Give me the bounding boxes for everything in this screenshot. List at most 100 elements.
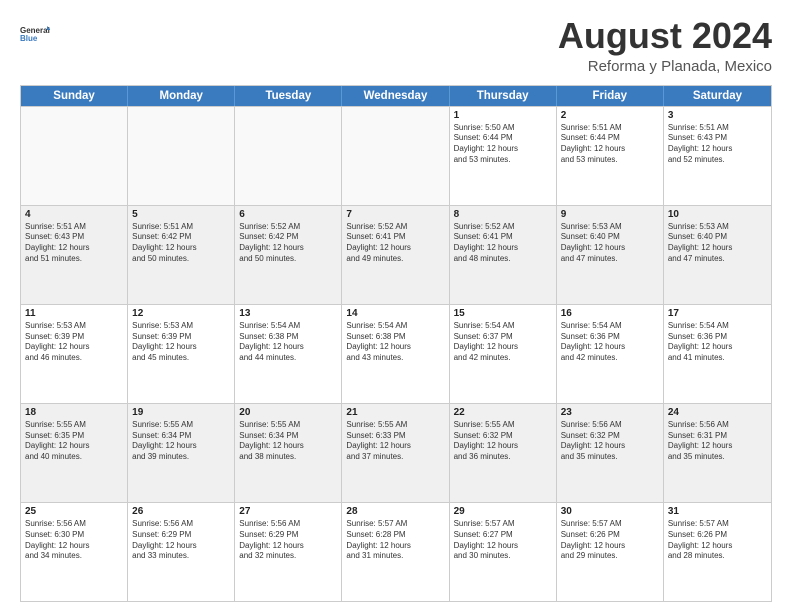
- day-info: Sunrise: 5:55 AM Sunset: 6:35 PM Dayligh…: [25, 420, 123, 463]
- day-number: 8: [454, 209, 552, 220]
- day-number: 30: [561, 506, 659, 517]
- day-number: 5: [132, 209, 230, 220]
- day-number: 3: [668, 110, 767, 121]
- day-info: Sunrise: 5:56 AM Sunset: 6:32 PM Dayligh…: [561, 420, 659, 463]
- day-number: 15: [454, 308, 552, 319]
- week-row-2: 4 Sunrise: 5:51 AM Sunset: 6:43 PM Daylig…: [21, 205, 771, 304]
- day-info: Sunrise: 5:51 AM Sunset: 6:44 PM Dayligh…: [561, 123, 659, 166]
- day-cell-26: 26 Sunrise: 5:56 AM Sunset: 6:29 PM Dayli…: [128, 503, 235, 601]
- day-cell-6: 6Sunrise: 5:52 AM Sunset: 6:42 PM Daylig…: [235, 206, 342, 304]
- day-cell-30: 30 Sunrise: 5:57 AM Sunset: 6:26 PM Dayli…: [557, 503, 664, 601]
- header-day-sunday: Sunday: [21, 86, 128, 106]
- empty-cell: [128, 107, 235, 205]
- header-day-friday: Friday: [557, 86, 664, 106]
- day-cell-18: 18 Sunrise: 5:55 AM Sunset: 6:35 PM Dayli…: [21, 404, 128, 502]
- day-number: 22: [454, 407, 552, 418]
- day-cell-14: 14 Sunrise: 5:54 AM Sunset: 6:38 PM Dayli…: [342, 305, 449, 403]
- day-info: Sunrise: 5:54 AM Sunset: 6:36 PM Dayligh…: [668, 321, 767, 364]
- day-info: Sunrise: 5:56 AM Sunset: 6:29 PM Dayligh…: [132, 519, 230, 562]
- day-info: Sunrise: 5:56 AM Sunset: 6:29 PM Dayligh…: [239, 519, 337, 562]
- day-number: 10: [668, 209, 767, 220]
- day-cell-21: 21 Sunrise: 5:55 AM Sunset: 6:33 PM Dayli…: [342, 404, 449, 502]
- calendar: SundayMondayTuesdayWednesdayThursdayFrid…: [20, 85, 772, 602]
- day-number: 11: [25, 308, 123, 319]
- day-cell-4: 4 Sunrise: 5:51 AM Sunset: 6:43 PM Daylig…: [21, 206, 128, 304]
- week-row-4: 18 Sunrise: 5:55 AM Sunset: 6:35 PM Dayli…: [21, 403, 771, 502]
- header-day-tuesday: Tuesday: [235, 86, 342, 106]
- day-info: Sunrise: 5:55 AM Sunset: 6:32 PM Dayligh…: [454, 420, 552, 463]
- day-cell-31: 31 Sunrise: 5:57 AM Sunset: 6:26 PM Dayli…: [664, 503, 771, 601]
- day-cell-16: 16Sunrise: 5:54 AM Sunset: 6:36 PM Dayli…: [557, 305, 664, 403]
- day-number: 7: [346, 209, 444, 220]
- header: General Blue August 2024 Reforma y Plana…: [20, 16, 772, 75]
- day-number: 20: [239, 407, 337, 418]
- day-number: 27: [239, 506, 337, 517]
- day-cell-22: 22 Sunrise: 5:55 AM Sunset: 6:32 PM Dayli…: [450, 404, 557, 502]
- day-cell-7: 7Sunrise: 5:52 AM Sunset: 6:41 PM Daylig…: [342, 206, 449, 304]
- day-cell-12: 12Sunrise: 5:53 AM Sunset: 6:39 PM Dayli…: [128, 305, 235, 403]
- empty-cell: [21, 107, 128, 205]
- page: General Blue August 2024 Reforma y Plana…: [0, 0, 792, 612]
- day-number: 21: [346, 407, 444, 418]
- day-cell-15: 15 Sunrise: 5:54 AM Sunset: 6:37 PM Dayli…: [450, 305, 557, 403]
- header-day-thursday: Thursday: [450, 86, 557, 106]
- day-number: 1: [454, 110, 552, 121]
- day-info: Sunrise: 5:57 AM Sunset: 6:26 PM Dayligh…: [561, 519, 659, 562]
- day-info: Sunrise: 5:54 AM Sunset: 6:36 PM Dayligh…: [561, 321, 659, 364]
- day-info: Sunrise: 5:55 AM Sunset: 6:34 PM Dayligh…: [132, 420, 230, 463]
- day-info: Sunrise: 5:55 AM Sunset: 6:34 PM Dayligh…: [239, 420, 337, 463]
- day-number: 2: [561, 110, 659, 121]
- day-number: 28: [346, 506, 444, 517]
- calendar-header: SundayMondayTuesdayWednesdayThursdayFrid…: [21, 86, 771, 106]
- day-number: 12: [132, 308, 230, 319]
- day-info: Sunrise: 5:54 AM Sunset: 6:37 PM Dayligh…: [454, 321, 552, 364]
- subtitle: Reforma y Planada, Mexico: [558, 58, 772, 75]
- day-number: 18: [25, 407, 123, 418]
- header-day-saturday: Saturday: [664, 86, 771, 106]
- day-cell-1: 1 Sunrise: 5:50 AM Sunset: 6:44 PM Daylig…: [450, 107, 557, 205]
- day-cell-2: 2 Sunrise: 5:51 AM Sunset: 6:44 PM Daylig…: [557, 107, 664, 205]
- day-number: 19: [132, 407, 230, 418]
- day-cell-17: 17Sunrise: 5:54 AM Sunset: 6:36 PM Dayli…: [664, 305, 771, 403]
- title-block: August 2024 Reforma y Planada, Mexico: [558, 16, 772, 75]
- day-number: 4: [25, 209, 123, 220]
- day-info: Sunrise: 5:55 AM Sunset: 6:33 PM Dayligh…: [346, 420, 444, 463]
- calendar-body: 1 Sunrise: 5:50 AM Sunset: 6:44 PM Daylig…: [21, 106, 771, 601]
- logo: General Blue: [20, 20, 50, 50]
- day-info: Sunrise: 5:57 AM Sunset: 6:26 PM Dayligh…: [668, 519, 767, 562]
- day-info: Sunrise: 5:50 AM Sunset: 6:44 PM Dayligh…: [454, 123, 552, 166]
- day-number: 14: [346, 308, 444, 319]
- day-info: Sunrise: 5:51 AM Sunset: 6:42 PM Dayligh…: [132, 222, 230, 265]
- day-cell-9: 9Sunrise: 5:53 AM Sunset: 6:40 PM Daylig…: [557, 206, 664, 304]
- day-info: Sunrise: 5:54 AM Sunset: 6:38 PM Dayligh…: [239, 321, 337, 364]
- day-cell-23: 23 Sunrise: 5:56 AM Sunset: 6:32 PM Dayli…: [557, 404, 664, 502]
- day-cell-19: 19 Sunrise: 5:55 AM Sunset: 6:34 PM Dayli…: [128, 404, 235, 502]
- week-row-5: 25Sunrise: 5:56 AM Sunset: 6:30 PM Dayli…: [21, 502, 771, 601]
- day-number: 23: [561, 407, 659, 418]
- header-day-wednesday: Wednesday: [342, 86, 449, 106]
- day-info: Sunrise: 5:52 AM Sunset: 6:42 PM Dayligh…: [239, 222, 337, 265]
- day-cell-13: 13Sunrise: 5:54 AM Sunset: 6:38 PM Dayli…: [235, 305, 342, 403]
- day-info: Sunrise: 5:56 AM Sunset: 6:30 PM Dayligh…: [25, 519, 123, 562]
- day-number: 26: [132, 506, 230, 517]
- day-cell-25: 25Sunrise: 5:56 AM Sunset: 6:30 PM Dayli…: [21, 503, 128, 601]
- day-info: Sunrise: 5:54 AM Sunset: 6:38 PM Dayligh…: [346, 321, 444, 364]
- svg-text:Blue: Blue: [20, 34, 38, 43]
- day-cell-20: 20 Sunrise: 5:55 AM Sunset: 6:34 PM Dayli…: [235, 404, 342, 502]
- day-number: 9: [561, 209, 659, 220]
- day-info: Sunrise: 5:57 AM Sunset: 6:27 PM Dayligh…: [454, 519, 552, 562]
- day-cell-5: 5 Sunrise: 5:51 AM Sunset: 6:42 PM Daylig…: [128, 206, 235, 304]
- day-info: Sunrise: 5:51 AM Sunset: 6:43 PM Dayligh…: [25, 222, 123, 265]
- day-cell-28: 28Sunrise: 5:57 AM Sunset: 6:28 PM Dayli…: [342, 503, 449, 601]
- day-cell-27: 27 Sunrise: 5:56 AM Sunset: 6:29 PM Dayli…: [235, 503, 342, 601]
- day-info: Sunrise: 5:53 AM Sunset: 6:40 PM Dayligh…: [668, 222, 767, 265]
- day-info: Sunrise: 5:56 AM Sunset: 6:31 PM Dayligh…: [668, 420, 767, 463]
- week-row-3: 11 Sunrise: 5:53 AM Sunset: 6:39 PM Dayli…: [21, 304, 771, 403]
- day-info: Sunrise: 5:53 AM Sunset: 6:39 PM Dayligh…: [25, 321, 123, 364]
- week-row-1: 1 Sunrise: 5:50 AM Sunset: 6:44 PM Daylig…: [21, 106, 771, 205]
- day-info: Sunrise: 5:52 AM Sunset: 6:41 PM Dayligh…: [454, 222, 552, 265]
- day-number: 29: [454, 506, 552, 517]
- day-info: Sunrise: 5:51 AM Sunset: 6:43 PM Dayligh…: [668, 123, 767, 166]
- day-number: 31: [668, 506, 767, 517]
- day-cell-11: 11 Sunrise: 5:53 AM Sunset: 6:39 PM Dayli…: [21, 305, 128, 403]
